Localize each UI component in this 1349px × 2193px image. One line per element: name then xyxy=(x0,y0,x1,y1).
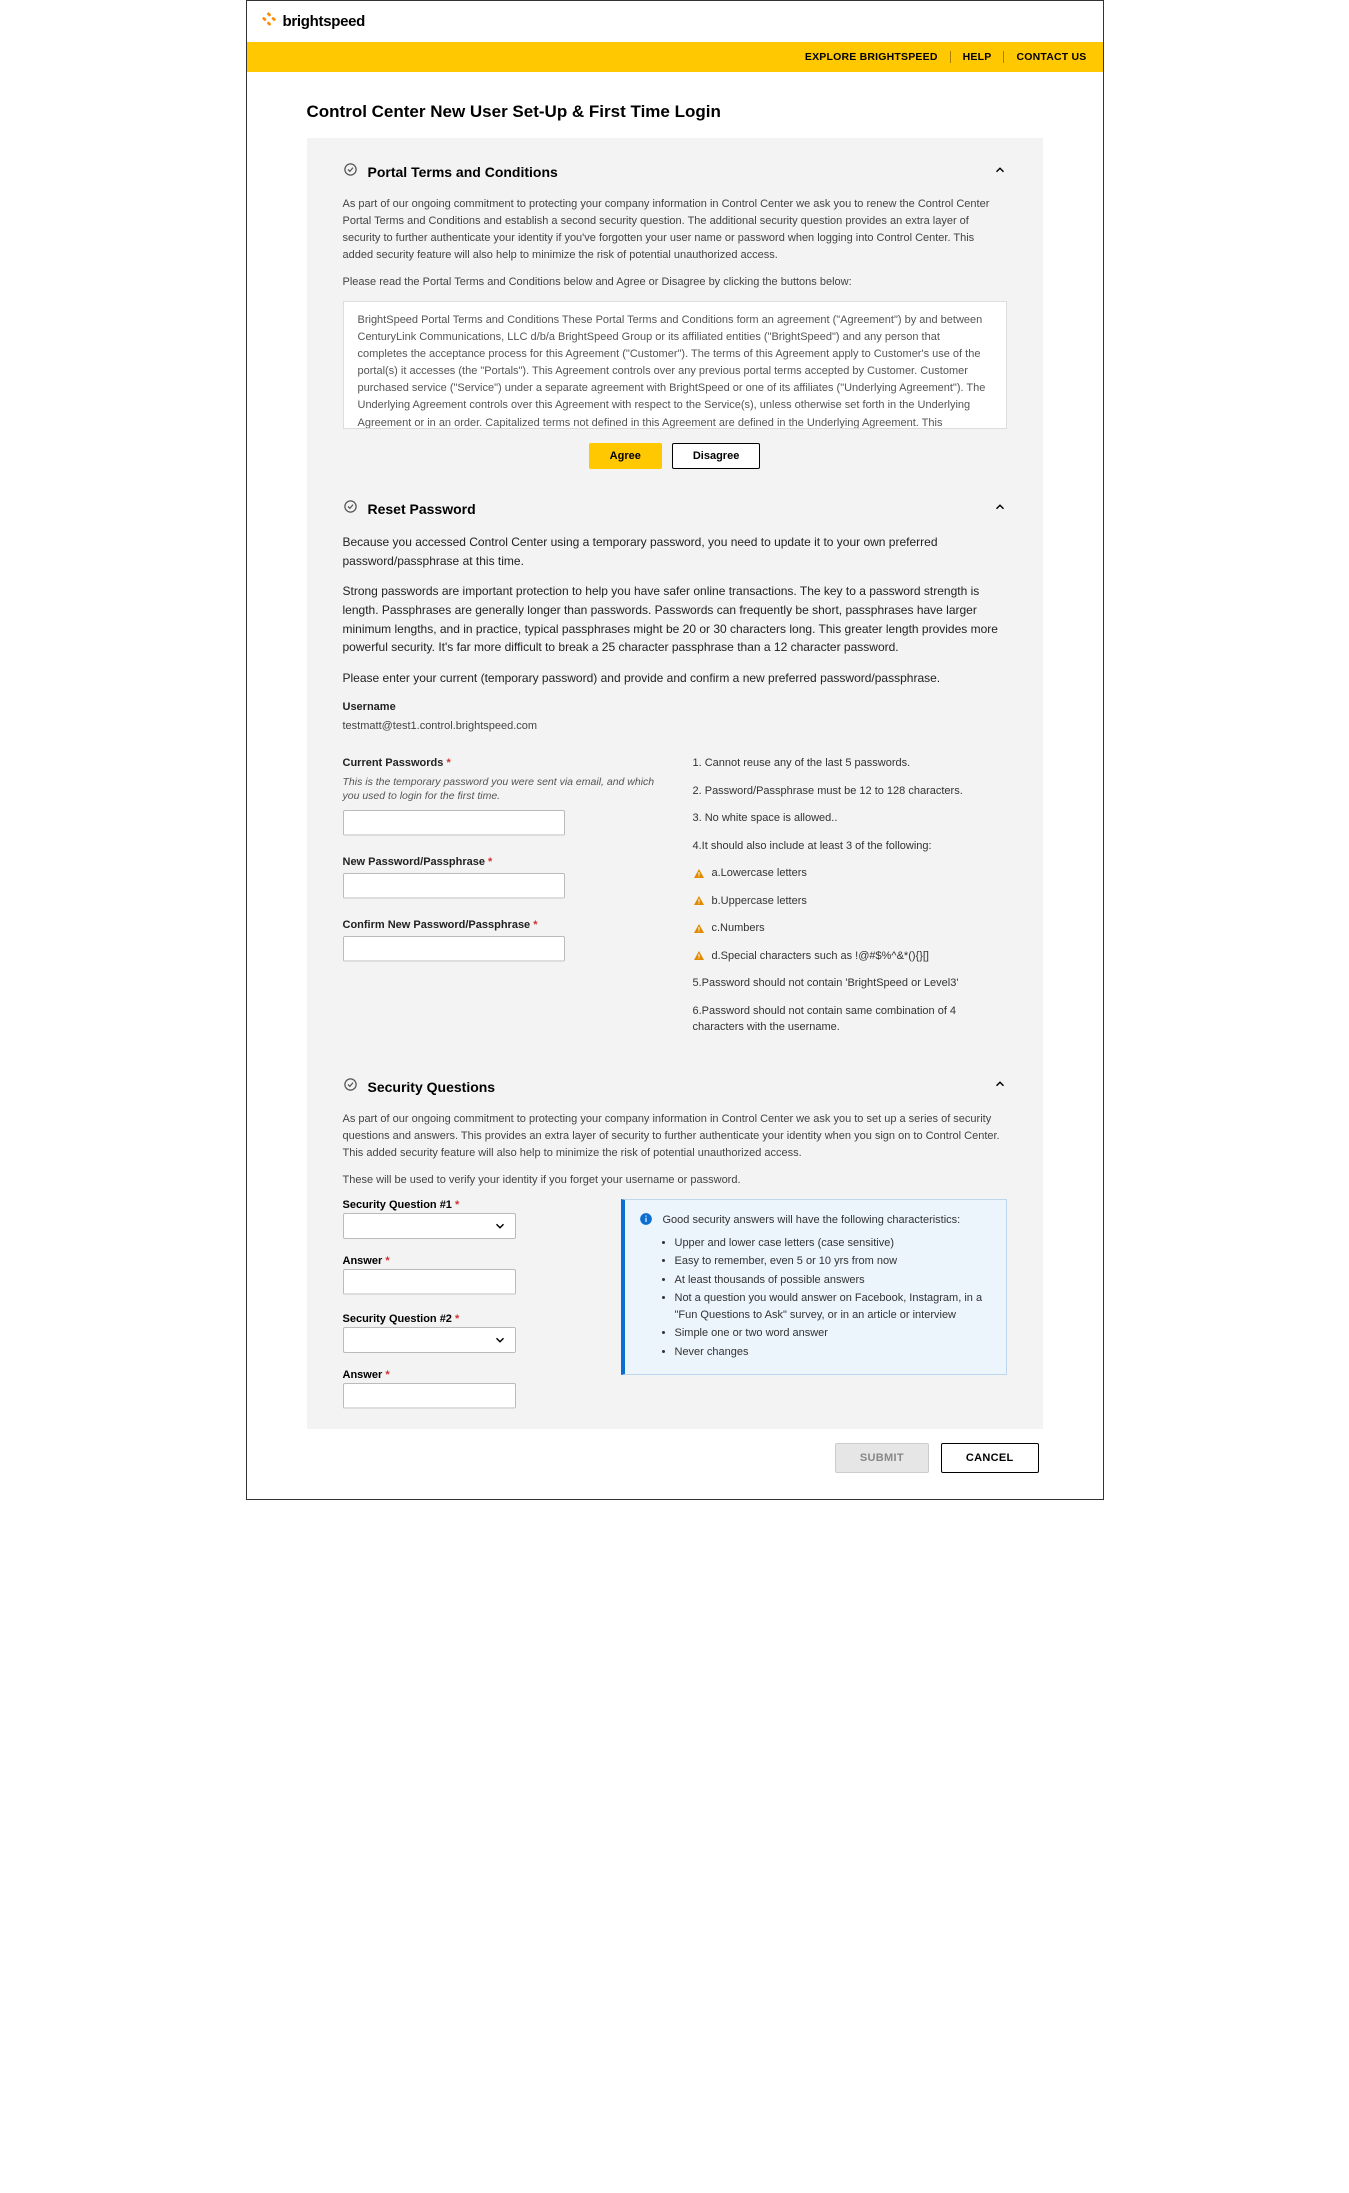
nav-bar: EXPLORE BRIGHTSPEED HELP CONTACT US xyxy=(247,42,1103,72)
rule-3: 3. No white space is allowed.. xyxy=(693,810,1007,827)
check-circle-icon xyxy=(343,499,358,519)
security-toggle[interactable]: Security Questions xyxy=(343,1077,1007,1097)
brand-logo[interactable]: brightspeed xyxy=(261,11,366,32)
a1-label: Answer * xyxy=(343,1255,573,1267)
brand-name: brightspeed xyxy=(283,13,366,30)
security-question-2-select[interactable] xyxy=(343,1327,516,1353)
terms-instruction: Please read the Portal Terms and Conditi… xyxy=(343,274,1007,291)
rule-1: 1. Cannot reuse any of the last 5 passwo… xyxy=(693,755,1007,772)
tip-1: Upper and lower case letters (case sensi… xyxy=(675,1235,990,1252)
security-note: These will be used to verify your identi… xyxy=(343,1172,1007,1189)
warning-icon xyxy=(693,950,705,962)
confirm-pw-label: Confirm New Password/Passphrase * xyxy=(343,917,657,934)
q2-label: Security Question #2 * xyxy=(343,1313,573,1325)
rule-4a: a.Lowercase letters xyxy=(693,865,1007,882)
cancel-button[interactable]: CANCEL xyxy=(941,1443,1039,1473)
reset-title: Reset Password xyxy=(368,501,476,517)
reset-toggle[interactable]: Reset Password xyxy=(343,499,1007,519)
tips-title: Good security answers will have the foll… xyxy=(663,1212,961,1229)
new-password-input[interactable] xyxy=(343,873,565,899)
rule-5: 5.Password should not contain 'BrightSpe… xyxy=(693,975,1007,992)
confirm-password-input[interactable] xyxy=(343,936,565,962)
rule-4c: c.Numbers xyxy=(693,920,1007,937)
username-value: testmatt@test1.control.brightspeed.com xyxy=(343,718,1007,735)
chevron-up-icon xyxy=(993,500,1007,519)
security-title: Security Questions xyxy=(368,1079,496,1095)
tip-4: Not a question you would answer on Faceb… xyxy=(675,1290,990,1323)
current-password-input[interactable] xyxy=(343,810,565,836)
new-pw-label: New Password/Passphrase * xyxy=(343,854,657,871)
brightspeed-logo-icon xyxy=(261,11,277,32)
terms-scroll-box[interactable]: BrightSpeed Portal Terms and Conditions … xyxy=(343,301,1007,429)
tip-6: Never changes xyxy=(675,1344,990,1361)
rule-4d: d.Special characters such as !@#$%^&*(){… xyxy=(693,948,1007,965)
warning-icon xyxy=(693,868,705,880)
security-tips-box: Good security answers will have the foll… xyxy=(621,1199,1007,1375)
nav-contact[interactable]: CONTACT US xyxy=(1004,51,1086,63)
warning-icon xyxy=(693,895,705,907)
chevron-up-icon xyxy=(993,163,1007,182)
tip-2: Easy to remember, even 5 or 10 yrs from … xyxy=(675,1253,990,1270)
current-pw-note: This is the temporary password you were … xyxy=(343,775,657,804)
info-icon xyxy=(639,1212,653,1226)
header-bar: brightspeed xyxy=(247,1,1103,42)
chevron-up-icon xyxy=(993,1077,1007,1096)
reset-p3: Please enter your current (temporary pas… xyxy=(343,669,1007,688)
check-circle-icon xyxy=(343,162,358,182)
tip-3: At least thousands of possible answers xyxy=(675,1272,990,1289)
terms-intro: As part of our ongoing commitment to pro… xyxy=(343,196,1007,264)
check-circle-icon xyxy=(343,1077,358,1097)
security-answer-2-input[interactable] xyxy=(343,1383,516,1409)
security-question-1-select[interactable] xyxy=(343,1213,516,1239)
nav-explore[interactable]: EXPLORE BRIGHTSPEED xyxy=(793,51,951,63)
terms-title: Portal Terms and Conditions xyxy=(368,164,558,180)
password-rules: 1. Cannot reuse any of the last 5 passwo… xyxy=(693,755,1007,1036)
reset-p1: Because you accessed Control Center usin… xyxy=(343,533,1007,570)
disagree-button[interactable]: Disagree xyxy=(672,443,760,469)
setup-card: Portal Terms and Conditions As part of o… xyxy=(307,138,1043,1429)
page-title: Control Center New User Set-Up & First T… xyxy=(307,102,1043,122)
q1-label: Security Question #1 * xyxy=(343,1199,573,1211)
security-answer-1-input[interactable] xyxy=(343,1269,516,1295)
rule-4b: b.Uppercase letters xyxy=(693,893,1007,910)
submit-button[interactable]: SUBMIT xyxy=(835,1443,929,1473)
a2-label: Answer * xyxy=(343,1369,573,1381)
rule-2: 2. Password/Passphrase must be 12 to 128… xyxy=(693,783,1007,800)
agree-button[interactable]: Agree xyxy=(589,443,662,469)
reset-section: Reset Password Because you accessed Cont… xyxy=(343,499,1007,1047)
terms-section: Portal Terms and Conditions As part of o… xyxy=(343,162,1007,469)
rule-6: 6.Password should not contain same combi… xyxy=(693,1003,1007,1036)
nav-help[interactable]: HELP xyxy=(951,51,1005,63)
security-intro: As part of our ongoing commitment to pro… xyxy=(343,1111,1007,1162)
security-section: Security Questions As part of our ongoin… xyxy=(343,1077,1007,1409)
warning-icon xyxy=(693,923,705,935)
terms-toggle[interactable]: Portal Terms and Conditions xyxy=(343,162,1007,182)
current-pw-label: Current Passwords * xyxy=(343,755,657,772)
rule-4: 4.It should also include at least 3 of t… xyxy=(693,838,1007,855)
reset-p2: Strong passwords are important protectio… xyxy=(343,582,1007,656)
username-label: Username xyxy=(343,699,1007,716)
tip-5: Simple one or two word answer xyxy=(675,1325,990,1342)
